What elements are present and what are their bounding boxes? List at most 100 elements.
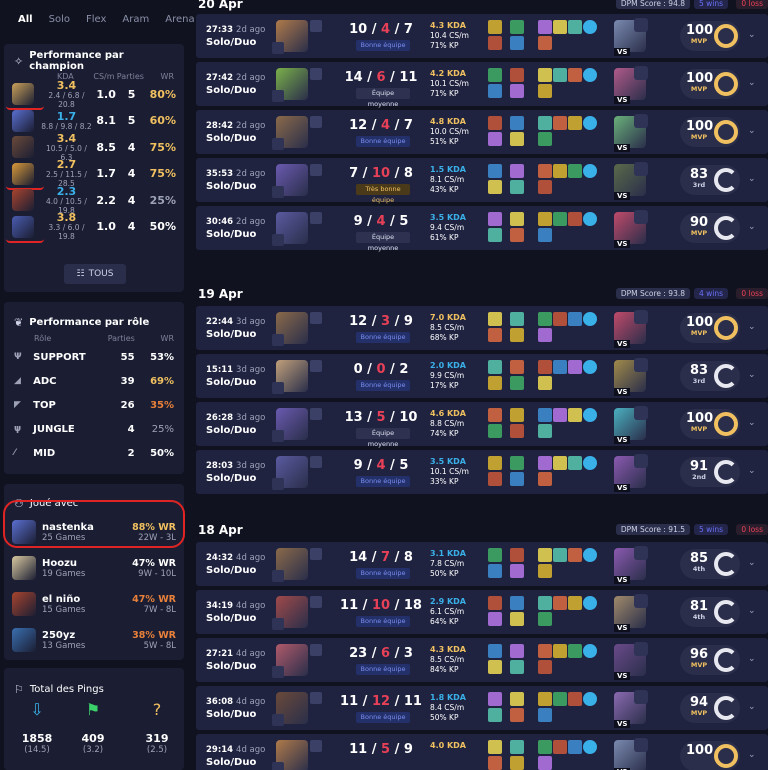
grade-ring: [714, 364, 738, 388]
grade-score: 85: [689, 551, 709, 566]
tab-all[interactable]: All: [10, 0, 41, 40]
item-icon: [488, 164, 502, 178]
expand-chevron-icon[interactable]: ⌄: [748, 370, 756, 380]
match-timestamp: 26:28 3d ago: [206, 413, 265, 423]
friend-info: el niño 15 Games: [42, 594, 132, 615]
match-row[interactable]: 24:32 4d ago Solo/Duo 14 / 7 / 8 Bonne équi…: [196, 542, 768, 586]
match-row[interactable]: 30:46 2d ago Solo/Duo 9 / 4 / 5 Équipe moye…: [196, 206, 768, 252]
match-duration: 27:33: [206, 25, 234, 35]
item-icon: [553, 116, 567, 130]
expand-chevron-icon[interactable]: ⌄: [748, 750, 756, 760]
match-row[interactable]: 28:42 2d ago Solo/Duo 12 / 4 / 7 Bonne équi…: [196, 110, 768, 154]
expand-chevron-icon[interactable]: ⌄: [748, 30, 756, 40]
opponent-spell-icon: [634, 642, 648, 656]
grade-ring: [714, 600, 738, 624]
deaths: 4: [381, 22, 391, 37]
item-icon: [488, 132, 502, 146]
item-icon: [553, 740, 567, 754]
friend-name[interactable]: Hoozu: [42, 558, 132, 569]
champion-avatar[interactable]: [6, 162, 44, 190]
expand-chevron-icon[interactable]: ⌄: [748, 606, 756, 616]
item-icon: [538, 132, 552, 146]
performance-grade: 81 4th: [680, 597, 740, 627]
match-row[interactable]: 35:53 2d ago Solo/Duo 7 / 10 / 8 Très bonne…: [196, 158, 768, 204]
ping-column: ? 319 (2.5): [132, 700, 182, 755]
match-duration: 15:11: [206, 365, 234, 375]
summoner-spell-icon: [272, 90, 284, 102]
match-row[interactable]: 27:33 2d ago Solo/Duo 10 / 4 / 7 Bonne équi…: [196, 14, 768, 58]
grade-ring: [714, 24, 738, 48]
tab-solo[interactable]: Solo: [41, 0, 78, 40]
match-queue: Solo/Duo: [206, 613, 257, 624]
expand-chevron-icon[interactable]: ⌄: [748, 702, 756, 712]
show-all-button[interactable]: ☷ TOUS: [64, 264, 126, 284]
expand-chevron-icon[interactable]: ⌄: [748, 78, 756, 88]
opponent-spell-icon: [634, 358, 648, 372]
champion-avatar[interactable]: [12, 189, 34, 212]
match-row[interactable]: 29:14 4d agoSolo/Duo11 / 5 / 94.0 KDAVS1…: [196, 734, 768, 770]
friend-name[interactable]: el niño: [42, 594, 132, 605]
match-row[interactable]: 27:21 4d ago Solo/Duo 23 / 6 / 3 Bonne équi…: [196, 638, 768, 682]
role-jungle-icon: ψ: [14, 424, 22, 434]
champion-avatar[interactable]: [6, 215, 44, 243]
match-timestamp: 36:08 4d ago: [206, 697, 265, 707]
summoner-spell-icon: [272, 334, 284, 346]
expand-chevron-icon[interactable]: ⌄: [748, 654, 756, 664]
dpm-score-badge: DPM Score : 91.5: [615, 524, 690, 535]
item-build: [488, 408, 600, 440]
item-icon: [553, 692, 567, 706]
expand-chevron-icon[interactable]: ⌄: [748, 126, 756, 136]
champion-row: 2.7 2.5 / 11.5 / 28.5 1.7 4 75%: [4, 159, 184, 190]
champion-avatar[interactable]: [12, 136, 34, 159]
champion-games: 4: [127, 167, 136, 181]
expand-chevron-icon[interactable]: ⌄: [748, 418, 756, 428]
grade-score: 90: [689, 215, 709, 230]
friend-name[interactable]: 250yz: [42, 630, 132, 641]
match-row[interactable]: 36:08 4d ago Solo/Duo 11 / 12 / 11 Bonne éq…: [196, 686, 768, 730]
item-icon: [553, 212, 567, 226]
grade-rank: MVP: [690, 425, 708, 433]
friend-row[interactable]: 250yz 13 Games 38% WR 5W - 8L: [4, 622, 184, 658]
summoner-spell-icon: [310, 312, 322, 324]
expand-chevron-icon[interactable]: ⌄: [748, 322, 756, 332]
kills: 12: [349, 314, 368, 329]
ward-icon: [583, 644, 597, 658]
deaths: 0: [376, 362, 386, 377]
match-stats: 2.9 KDA 6.1 CS/m 64% KP: [430, 597, 466, 627]
expand-chevron-icon[interactable]: ⌄: [748, 222, 756, 232]
item-icon: [510, 212, 524, 226]
dpm-score-badge: DPM Score : 94.8: [615, 0, 690, 9]
assists: 8: [403, 550, 413, 565]
match-row[interactable]: 26:28 3d ago Solo/Duo 13 / 5 / 10 Équipe mo…: [196, 402, 768, 448]
expand-chevron-icon[interactable]: ⌄: [748, 558, 756, 568]
friend-row[interactable]: Hoozu 19 Games 47% WR 9W - 10L: [4, 550, 184, 586]
role-top-icon: ◤: [14, 400, 21, 410]
item-icon: [510, 116, 524, 130]
opponent-spell-icon: [634, 162, 648, 176]
friend-row[interactable]: el niño 15 Games 47% WR 7W - 8L: [4, 586, 184, 622]
role-games: 55: [120, 351, 135, 363]
kill-participation: 50% KP: [430, 569, 459, 578]
match-age: 2d ago: [236, 217, 266, 227]
champion-avatar[interactable]: [12, 109, 34, 132]
match-row[interactable]: 22:44 3d ago Solo/Duo 12 / 3 / 9 Bonne équi…: [196, 306, 768, 350]
champion-avatar[interactable]: [6, 83, 44, 111]
friend-record: 9W - 10L: [138, 568, 176, 579]
grade-rank: MVP: [690, 37, 708, 45]
match-row[interactable]: 15:11 3d ago Solo/Duo 0 / 0 / 2 Bonne équip…: [196, 354, 768, 398]
deaths: 3: [381, 314, 391, 329]
match-row[interactable]: 34:19 4d ago Solo/Duo 11 / 10 / 18 Bonne éq…: [196, 590, 768, 634]
match-timestamp: 34:19 4d ago: [206, 601, 265, 611]
match-row[interactable]: 28:03 3d ago Solo/Duo 9 / 4 / 5 Bonne équip…: [196, 450, 768, 494]
item-icon: [568, 164, 582, 178]
match-row[interactable]: 27:42 2d ago Solo/Duo 14 / 6 / 11 Équipe mo…: [196, 62, 768, 108]
kda-value: 3.4: [56, 78, 77, 92]
tab-aram[interactable]: Aram: [114, 0, 157, 40]
expand-chevron-icon[interactable]: ⌄: [748, 174, 756, 184]
role-column-headers: Rôle Parties WR: [4, 334, 184, 343]
kill-participation: 51% KP: [430, 137, 459, 146]
tab-flex[interactable]: Flex: [78, 0, 114, 40]
match-age: 4d ago: [236, 553, 266, 563]
expand-chevron-icon[interactable]: ⌄: [748, 466, 756, 476]
item-icon: [538, 36, 552, 50]
